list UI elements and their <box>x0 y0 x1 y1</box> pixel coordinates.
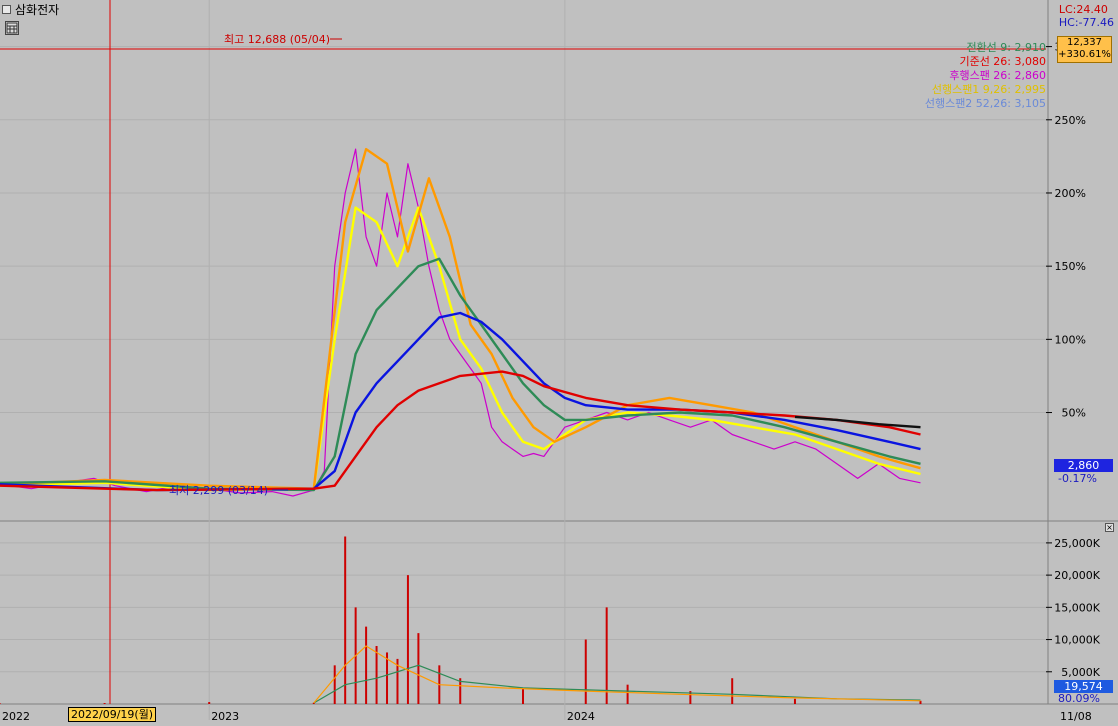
volume-tick-label: 20,000K <box>1054 569 1100 582</box>
stock-title: 삼화전자 <box>0 0 59 18</box>
price-box-value: 12,337 <box>1067 37 1102 48</box>
high-annotation: 최고 12,688 (05/04) <box>224 33 330 46</box>
title-checkbox[interactable] <box>2 4 11 14</box>
price-tick-label: 100% <box>1055 333 1086 346</box>
price-box: 12,337 +330.61% <box>1057 36 1112 63</box>
legend-item: 전환선 9: 2,910 <box>966 41 1046 54</box>
volume-tick-label: 5,000K <box>1061 666 1100 679</box>
price-tick-label: 50% <box>1062 407 1086 420</box>
lc-value: LC:24.40 <box>1058 3 1108 16</box>
low-annotation: 최저 2,299 (03/14) <box>169 484 268 497</box>
date-tick-label: 2024 <box>567 710 595 723</box>
date-tick-label: 11/08 <box>1060 710 1092 723</box>
price-axis-ticks: 300%250%200%150%100%50% <box>1046 41 1086 420</box>
price-tick-label: 200% <box>1055 187 1086 200</box>
volume-tick-label: 25,000K <box>1054 537 1100 550</box>
price-box-pct: +330.61% <box>1058 49 1111 60</box>
price-tick-label: 250% <box>1055 114 1086 127</box>
current-price-badge: 2,860 <box>1054 459 1113 472</box>
current-price-pct: -0.17% <box>1058 472 1097 485</box>
date-tick-label: 2022 <box>2 710 30 723</box>
stock-name: 삼화전자 <box>15 2 60 17</box>
lc-hc-readout: LC:24.40 HC:-77.46 <box>1059 3 1114 29</box>
date-axis-ticks: 2022 2023 2024 11/08 <box>2 710 1092 723</box>
volume-panel-bg <box>0 522 1046 704</box>
volume-tick-label: 15,000K <box>1054 601 1100 614</box>
legend-item: 선행스팬1 9,26: 2,995 <box>931 83 1046 96</box>
grid-toggle-button[interactable] <box>5 21 19 35</box>
price-tick-label: 150% <box>1055 260 1086 273</box>
indicator-legend: 전환선 9: 2,910 기준선 26: 3,080 후행스팬 26: 2,860 선… <box>925 41 1046 111</box>
legend-item: 기준선 26: 3,080 <box>959 55 1046 68</box>
hc-value: HC:-77.46 <box>1058 16 1114 29</box>
volume-tick-label: 10,000K <box>1054 634 1100 647</box>
volume-axis-ticks: 25,000K 20,000K 15,000K 10,000K 5,000K <box>1046 537 1101 679</box>
volume-panel-close-icon[interactable]: × <box>1105 523 1114 532</box>
legend-item: 선행스팬2 52,26: 3,105 <box>924 97 1046 110</box>
cursor-date-label: 2022/09/19(월) <box>68 707 157 722</box>
legend-item: 후행스팬 26: 2,860 <box>949 69 1046 82</box>
grid-icon <box>6 22 18 34</box>
current-volume-pct: 80.09% <box>1058 692 1100 705</box>
date-tick-label: 2023 <box>211 710 239 723</box>
